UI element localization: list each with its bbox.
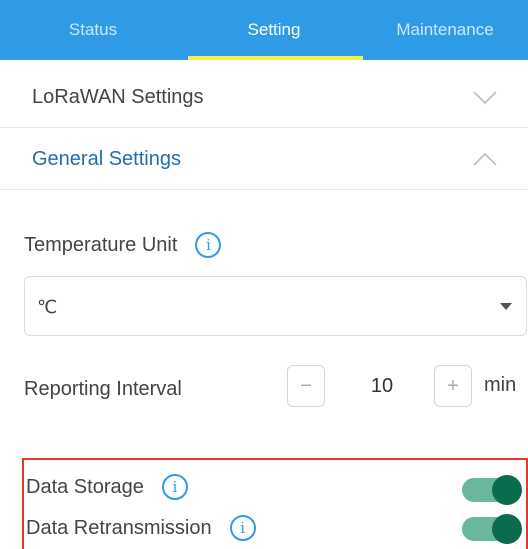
tab-status[interactable]: Status — [0, 0, 186, 60]
section-general-label: General Settings — [32, 147, 181, 170]
chevron-down-icon — [473, 91, 497, 105]
tab-setting[interactable]: Setting — [186, 0, 362, 60]
tab-bar: Status Setting Maintenance — [0, 0, 528, 60]
temperature-unit-select[interactable]: ℃ — [24, 276, 527, 336]
temperature-unit-label: Temperature Unit — [24, 233, 178, 256]
data-retransmission-toggle[interactable] — [462, 514, 522, 544]
reporting-interval-label: Reporting Interval — [24, 377, 182, 400]
chevron-up-icon — [473, 152, 497, 166]
section-lorawan-settings[interactable]: LoRaWAN Settings — [0, 66, 528, 128]
data-retransmission-label: Data Retransmission — [26, 516, 212, 539]
data-storage-row: Data Storage i — [26, 472, 188, 502]
interval-increment-button[interactable]: + — [434, 365, 472, 407]
interval-decrement-button[interactable]: − — [287, 365, 325, 407]
temperature-unit-row: Temperature Unit i — [24, 230, 222, 260]
tab-maintenance[interactable]: Maintenance — [362, 0, 528, 60]
dropdown-caret-icon — [500, 303, 512, 310]
section-general-settings[interactable]: General Settings — [0, 128, 528, 190]
data-storage-info-icon[interactable]: i — [161, 474, 188, 500]
toggle-knob — [492, 475, 522, 505]
temperature-unit-value: ℃ — [37, 296, 58, 317]
data-retransmission-row: Data Retransmission i — [26, 513, 256, 543]
toggle-knob — [492, 514, 522, 544]
interval-value[interactable]: 10 — [355, 365, 409, 407]
data-retransmission-info-icon[interactable]: i — [229, 515, 256, 541]
temperature-unit-info-icon[interactable]: i — [195, 232, 222, 258]
interval-unit-label: min — [484, 374, 517, 396]
active-tab-indicator — [188, 56, 363, 60]
data-storage-label: Data Storage — [26, 475, 144, 498]
data-storage-toggle[interactable] — [462, 475, 522, 505]
section-lorawan-label: LoRaWAN Settings — [32, 85, 204, 108]
